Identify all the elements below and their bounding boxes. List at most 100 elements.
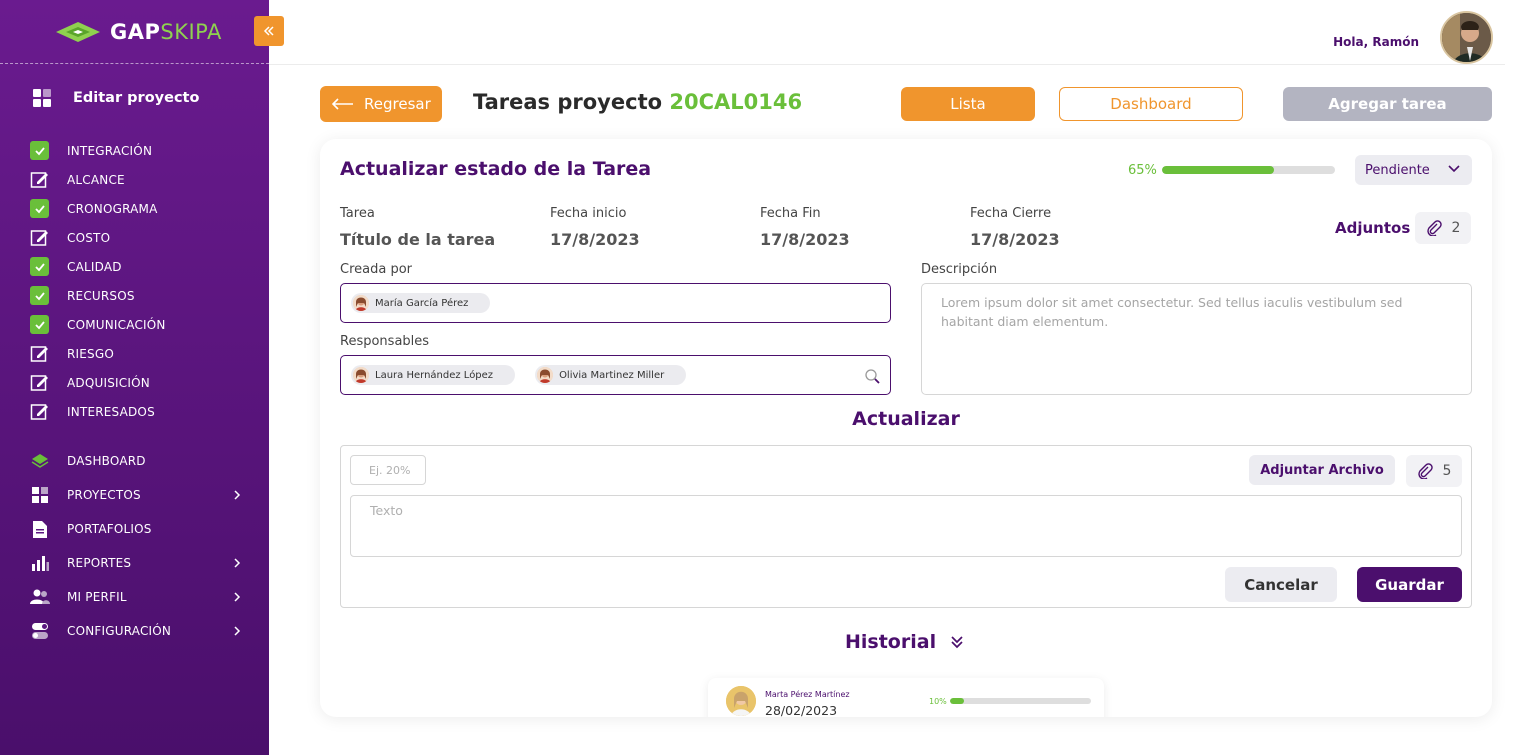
history-progress-bar bbox=[950, 698, 1091, 704]
history-toggle[interactable]: Historial bbox=[845, 631, 964, 653]
phase-label: RECURSOS bbox=[67, 288, 135, 303]
page-title: Tareas proyecto 20CAL0146 bbox=[473, 90, 802, 114]
nav-label: PROYECTOS bbox=[67, 488, 141, 502]
logo-text: GAPSKIPA bbox=[110, 20, 222, 44]
responsibles-label: Responsables bbox=[340, 334, 430, 349]
history-entry[interactable]: Marta Pérez Martínez 28/02/2023 10% bbox=[708, 678, 1104, 717]
user-avatar-image bbox=[1442, 13, 1491, 62]
phase-list: INTEGRACIÓN ALCANCE CRONOGRAMA COSTO CAL… bbox=[30, 136, 166, 426]
back-button[interactable]: Regresar bbox=[320, 86, 442, 122]
update-attachments-count: 5 bbox=[1442, 463, 1452, 479]
chip-avatar bbox=[537, 367, 554, 383]
attachments-button[interactable]: 2 bbox=[1415, 212, 1471, 244]
chip-avatar bbox=[353, 367, 369, 383]
phase-label: CRONOGRAMA bbox=[67, 201, 158, 216]
bar-chart-icon bbox=[30, 553, 50, 573]
paperclip-icon bbox=[1417, 463, 1433, 479]
edit-project-header[interactable]: Editar proyecto bbox=[33, 89, 199, 107]
sidebar-divider bbox=[0, 63, 269, 64]
phase-item-integracion[interactable]: INTEGRACIÓN bbox=[30, 136, 166, 165]
phase-item-riesgo[interactable]: RIESGO bbox=[30, 339, 166, 368]
dashboard-button[interactable]: Dashboard bbox=[1059, 87, 1243, 121]
attachments-label: Adjuntos bbox=[1335, 219, 1411, 237]
cancel-button[interactable]: Cancelar bbox=[1225, 567, 1337, 602]
phase-item-costo[interactable]: COSTO bbox=[30, 223, 166, 252]
phase-item-recursos[interactable]: RECURSOS bbox=[30, 281, 166, 310]
document-icon bbox=[30, 519, 50, 539]
end-date-label: Fecha Fin bbox=[760, 206, 821, 221]
status-value: Pendiente bbox=[1365, 162, 1430, 178]
user-avatar[interactable] bbox=[1440, 11, 1493, 64]
nav-label: REPORTES bbox=[67, 556, 132, 570]
attachments-count: 2 bbox=[1451, 220, 1461, 236]
nav-item-mi-perfil[interactable]: MI PERFIL bbox=[30, 580, 250, 614]
chip-name: Laura Hernández López bbox=[375, 369, 494, 381]
check-icon bbox=[30, 257, 49, 276]
logo[interactable]: GAPSKIPA bbox=[54, 18, 222, 46]
end-date-value: 17/8/2023 bbox=[760, 230, 850, 249]
nav-label: CONFIGURACIÓN bbox=[67, 624, 172, 638]
update-text-input[interactable]: Texto bbox=[350, 495, 1462, 557]
update-attachments-button[interactable]: 5 bbox=[1406, 455, 1462, 487]
phase-label: COMUNICACIÓN bbox=[67, 317, 166, 332]
close-date-value: 17/8/2023 bbox=[970, 230, 1060, 249]
list-view-button[interactable]: Lista bbox=[901, 87, 1035, 121]
user-chip[interactable]: Laura Hernández López bbox=[351, 365, 516, 385]
responsibles-field[interactable]: Laura Hernández López Olivia Martinez Mi… bbox=[340, 355, 891, 395]
task-progress-label: 65% bbox=[1128, 163, 1157, 178]
history-title: Historial bbox=[845, 631, 937, 653]
user-chip[interactable]: Olivia Martinez Miller bbox=[535, 365, 687, 385]
nav-label: MI PERFIL bbox=[67, 590, 127, 604]
grid-icon bbox=[33, 89, 51, 107]
save-button[interactable]: Guardar bbox=[1357, 567, 1462, 602]
edit-icon bbox=[30, 402, 49, 421]
nav-label: DASHBOARD bbox=[67, 454, 146, 468]
layers-icon bbox=[30, 451, 50, 471]
search-icon[interactable] bbox=[864, 368, 880, 384]
nav-label: PORTAFOLIOS bbox=[67, 522, 152, 536]
phase-item-cronograma[interactable]: CRONOGRAMA bbox=[30, 194, 166, 223]
phase-item-alcance[interactable]: ALCANCE bbox=[30, 165, 166, 194]
arrow-left-icon bbox=[332, 98, 353, 110]
description-field[interactable]: Lorem ipsum dolor sit amet consectetur. … bbox=[921, 283, 1472, 395]
chevron-down-icon bbox=[1448, 165, 1460, 173]
phase-item-comunicacion[interactable]: COMUNICACIÓN bbox=[30, 310, 166, 339]
double-chevron-down-icon bbox=[951, 636, 963, 649]
phase-label: INTERESADOS bbox=[67, 404, 155, 419]
nav-item-proyectos[interactable]: PROYECTOS bbox=[30, 478, 250, 512]
attach-file-button[interactable]: Adjuntar Archivo bbox=[1249, 455, 1395, 485]
history-date: 28/02/2023 bbox=[765, 703, 838, 717]
update-form: Ej. 20% Adjuntar Archivo 5 Texto Cancela… bbox=[340, 445, 1472, 608]
phase-item-adquisicion[interactable]: ADQUISICIÓN bbox=[30, 368, 166, 397]
header-divider bbox=[269, 64, 1505, 65]
start-date-label: Fecha inicio bbox=[550, 206, 627, 221]
check-icon bbox=[30, 199, 49, 218]
nav-item-reportes[interactable]: REPORTES bbox=[30, 546, 250, 580]
logo-icon bbox=[56, 22, 100, 42]
nav-item-configuracion[interactable]: CONFIGURACIÓN bbox=[30, 614, 250, 648]
status-select[interactable]: Pendiente bbox=[1355, 155, 1472, 185]
description-label: Descripción bbox=[921, 262, 998, 277]
created-by-label: Creada por bbox=[340, 262, 413, 277]
greeting-text: Hola, Ramón bbox=[1333, 35, 1419, 49]
progress-percent-input[interactable]: Ej. 20% bbox=[350, 455, 426, 485]
created-by-field[interactable]: María García Pérez bbox=[340, 283, 891, 323]
paperclip-icon bbox=[1426, 220, 1442, 236]
task-label: Tarea bbox=[340, 206, 375, 221]
nav-item-portafolios[interactable]: PORTAFOLIOS bbox=[30, 512, 250, 546]
phase-item-interesados[interactable]: INTERESADOS bbox=[30, 397, 166, 426]
add-task-button[interactable]: Agregar tarea bbox=[1283, 87, 1492, 121]
check-icon bbox=[30, 286, 49, 305]
chevron-right-icon bbox=[234, 626, 241, 636]
phase-label: ALCANCE bbox=[67, 172, 125, 187]
history-progress-fill bbox=[950, 698, 965, 704]
edit-icon bbox=[30, 170, 49, 189]
phase-item-calidad[interactable]: CALIDAD bbox=[30, 252, 166, 281]
chip-avatar bbox=[353, 295, 369, 311]
phase-label: ADQUISICIÓN bbox=[67, 375, 150, 390]
collapse-sidebar-button[interactable] bbox=[254, 16, 284, 46]
phase-label: INTEGRACIÓN bbox=[67, 143, 153, 158]
nav-item-dashboard[interactable]: DASHBOARD bbox=[30, 444, 250, 478]
toggle-icon bbox=[30, 621, 50, 641]
check-icon bbox=[30, 315, 49, 334]
